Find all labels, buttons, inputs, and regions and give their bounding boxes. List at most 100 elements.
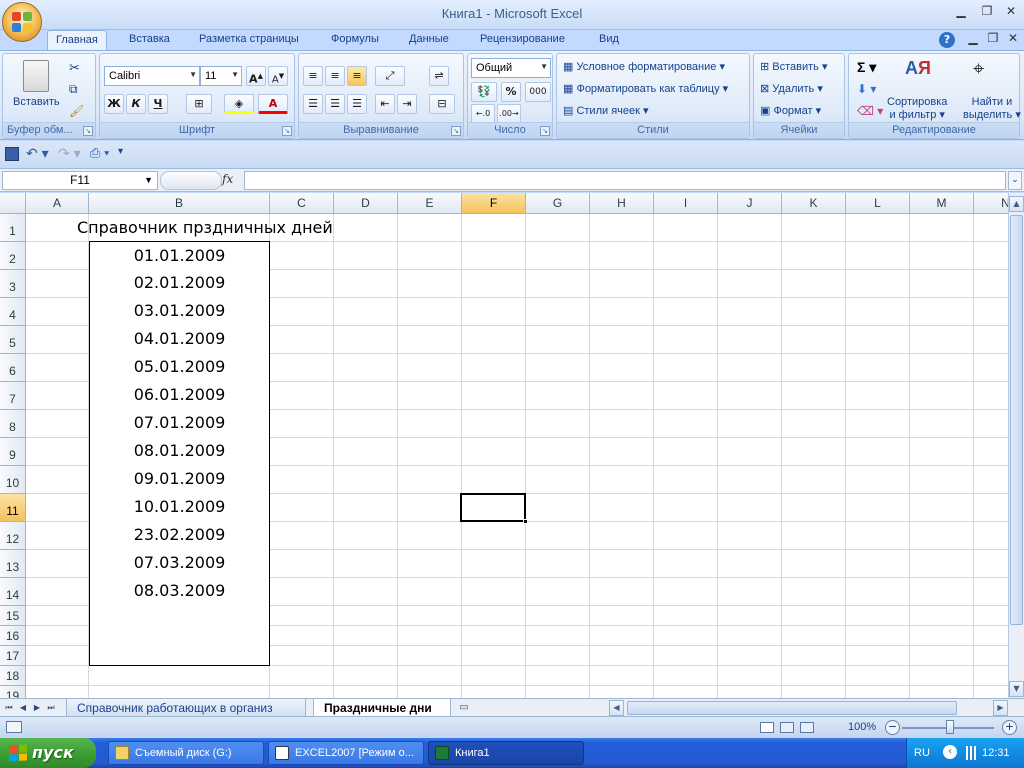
font-name-combo[interactable]: Calibri ▼ [104,66,200,86]
cut-icon[interactable]: ✂ [69,60,80,76]
fill-handle[interactable] [523,519,528,524]
row-header-11[interactable]: 11 [0,494,26,522]
row-header-7[interactable]: 7 [0,382,26,410]
horizontal-scrollbar[interactable]: ◀ ▶ [609,700,1009,716]
task-book1[interactable]: Книга1 [428,741,584,765]
tab-page-layout[interactable]: Разметка страницы [191,30,307,51]
copy-icon[interactable]: ⧉ [69,82,78,97]
date-cell[interactable]: 08.03.2009 [89,577,270,606]
tab-insert[interactable]: Вставка [121,30,178,51]
minimize-button[interactable]: ▁ [950,4,972,22]
help-icon[interactable]: ? [939,32,955,48]
alignment-launcher-icon[interactable]: ↘ [451,126,461,136]
row-header-1[interactable]: 1 [0,214,26,242]
row-header-19[interactable]: 19 [0,686,26,698]
zoom-in-button[interactable]: + [1002,720,1017,735]
grow-font-button[interactable]: A▲ [246,66,266,86]
next-sheet-icon[interactable]: ▶ [30,700,44,715]
column-header-f[interactable]: F [462,193,526,214]
zoom-out-button[interactable]: − [885,720,900,735]
row-header-16[interactable]: 16 [0,626,26,646]
row-header-8[interactable]: 8 [0,410,26,438]
vertical-scroll-thumb[interactable] [1010,215,1023,625]
ribbon-minimize-button[interactable]: ▁ [962,31,984,49]
date-cell[interactable]: 01.01.2009 [89,241,270,270]
row-header-15[interactable]: 15 [0,606,26,626]
scroll-right-icon[interactable]: ▶ [993,700,1008,716]
row-header-17[interactable]: 17 [0,646,26,666]
font-size-combo[interactable]: 11 ▼ [200,66,242,86]
format-table-button[interactable]: ▦ Форматировать как таблицу ▾ [563,82,728,95]
decrease-indent-icon[interactable]: ⇤ [375,94,395,114]
last-sheet-icon[interactable]: ⏭ [44,700,58,715]
name-box[interactable]: F11 ▼ [2,171,158,190]
sort-filter-button[interactable]: Сортировка и фильтр ▾ [887,96,947,122]
find-binoculars-icon[interactable]: ⌖ [973,58,984,81]
row-header-4[interactable]: 4 [0,298,26,326]
column-header-l[interactable]: L [846,193,910,214]
scroll-left-icon[interactable]: ◀ [609,700,624,716]
row-header-12[interactable]: 12 [0,522,26,550]
column-header-k[interactable]: K [782,193,846,214]
clear-icon[interactable]: ⌫ ▾ [857,104,883,118]
scroll-down-icon[interactable]: ▼ [1009,681,1024,697]
borders-icon[interactable]: ⊞ [186,94,212,114]
task-excel2007-doc[interactable]: EXCEL2007 [Режим о... [268,741,424,765]
scroll-up-icon[interactable]: ▲ [1009,196,1024,212]
row-header-18[interactable]: 18 [0,666,26,686]
row-header-10[interactable]: 10 [0,466,26,494]
date-cell[interactable]: 04.01.2009 [89,325,270,354]
signal-icon[interactable] [963,746,979,760]
insert-sheet-icon[interactable]: ▭ [455,700,473,715]
align-middle-icon[interactable]: ≡ [325,66,345,86]
italic-button[interactable]: К [126,94,146,114]
tray-expand-icon[interactable]: ‹ [943,745,957,759]
column-header-h[interactable]: H [590,193,654,214]
sheet-tab-holidays[interactable]: Праздничные дни [313,699,451,717]
shrink-font-button[interactable]: A▼ [268,66,288,86]
start-button[interactable]: пуск [0,738,96,768]
percent-button[interactable]: % [501,82,521,102]
zoom-level[interactable]: 100% [848,721,876,733]
date-cell[interactable]: 08.01.2009 [89,437,270,466]
formula-bar-splitter[interactable] [160,171,222,190]
column-header-i[interactable]: I [654,193,718,214]
formula-input[interactable] [244,171,1006,190]
align-left-icon[interactable]: ☰ [303,94,323,114]
thousands-button[interactable]: 000 [525,82,551,102]
row-header-2[interactable]: 2 [0,242,26,270]
close-button[interactable]: ✕ [1000,4,1022,22]
underline-button[interactable]: Ч [148,94,168,114]
column-header-b[interactable]: B [89,193,270,214]
expand-formula-bar-icon[interactable]: ⌄ [1008,171,1022,190]
page-layout-view-icon[interactable] [780,722,794,733]
orientation-icon[interactable]: ⤢ [375,66,405,86]
row-header-3[interactable]: 3 [0,270,26,298]
row-header-5[interactable]: 5 [0,326,26,354]
undo-icon[interactable]: ↶ ▾ [26,145,49,162]
prev-sheet-icon[interactable]: ◀ [16,700,30,715]
format-painter-icon[interactable]: 🖌 [69,104,84,118]
insert-function-button[interactable]: fx [222,172,233,186]
date-cell[interactable]: 02.01.2009 [89,269,270,298]
row-header-6[interactable]: 6 [0,354,26,382]
date-cell[interactable] [89,625,270,646]
save-icon[interactable] [5,147,19,161]
vertical-scrollbar[interactable]: ▲ ▼ [1008,193,1024,698]
font-color-icon[interactable]: A [258,94,288,114]
tab-home[interactable]: Главная [47,30,107,51]
print-preview-icon[interactable]: ⎙ ▾ [90,145,109,161]
bold-button[interactable]: Ж [104,94,124,114]
column-header-j[interactable]: J [718,193,782,214]
fill-icon[interactable]: ⬇ ▾ [857,82,876,96]
macro-record-icon[interactable] [6,721,22,733]
number-launcher-icon[interactable]: ↘ [540,126,550,136]
format-cells-button[interactable]: ▣ Формат ▾ [760,104,821,117]
date-cell[interactable] [89,605,270,626]
column-header-c[interactable]: C [270,193,334,214]
font-launcher-icon[interactable]: ↘ [282,126,292,136]
normal-view-icon[interactable] [760,722,774,733]
conditional-format-button[interactable]: ▦ Условное форматирование ▾ [563,60,725,73]
restore-button[interactable]: ❐ [976,4,998,22]
number-format-combo[interactable]: Общий ▼ [471,58,551,78]
